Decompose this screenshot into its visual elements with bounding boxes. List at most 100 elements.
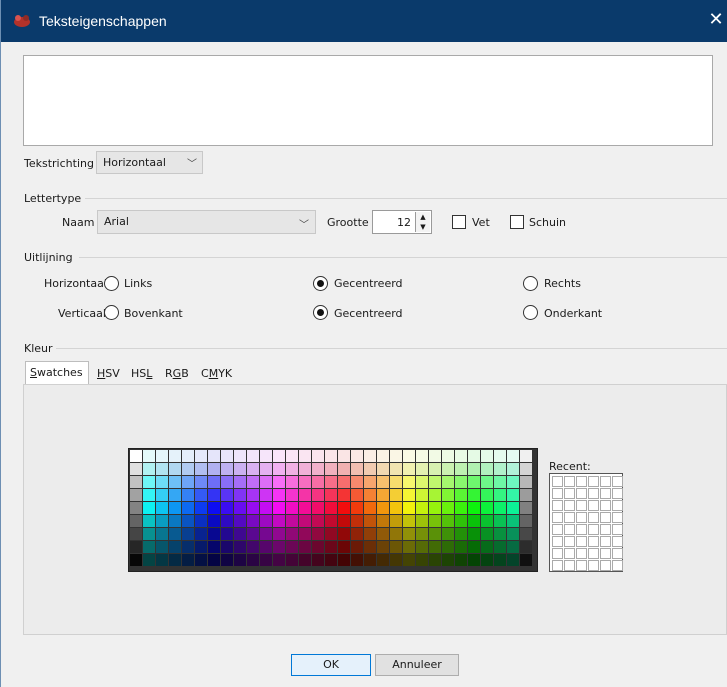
color-swatch[interactable] [247, 489, 259, 501]
recent-swatch[interactable] [588, 536, 599, 547]
recent-swatch[interactable] [600, 488, 611, 499]
tab-hsv[interactable]: HSV [93, 363, 125, 385]
radio-vertical-bottom[interactable] [523, 305, 538, 320]
color-swatch[interactable] [260, 450, 272, 462]
color-swatch[interactable] [468, 528, 480, 540]
recent-swatch[interactable] [564, 488, 575, 499]
color-swatch[interactable] [221, 489, 233, 501]
color-swatch[interactable] [364, 554, 376, 566]
color-swatch[interactable] [403, 515, 415, 527]
color-swatch[interactable] [403, 450, 415, 462]
color-swatch[interactable] [416, 489, 428, 501]
color-swatch[interactable] [364, 450, 376, 462]
recent-swatch[interactable] [552, 500, 563, 511]
color-swatch[interactable] [429, 489, 441, 501]
color-swatch[interactable] [286, 541, 298, 553]
color-swatch[interactable] [286, 450, 298, 462]
recent-swatch[interactable] [576, 536, 587, 547]
bold-checkbox[interactable] [452, 215, 466, 229]
color-swatch[interactable] [494, 463, 506, 475]
color-swatch[interactable] [455, 528, 467, 540]
color-swatch[interactable] [247, 502, 259, 514]
color-swatch[interactable] [377, 489, 389, 501]
color-swatch[interactable] [247, 541, 259, 553]
recent-swatch[interactable] [576, 500, 587, 511]
color-swatch[interactable] [455, 463, 467, 475]
color-swatch[interactable] [234, 541, 246, 553]
color-swatch[interactable] [208, 463, 220, 475]
recent-swatch[interactable] [612, 524, 623, 535]
color-swatch[interactable] [234, 502, 246, 514]
color-swatch[interactable] [416, 463, 428, 475]
color-swatch[interactable] [182, 554, 194, 566]
color-swatch[interactable] [416, 502, 428, 514]
color-swatch[interactable] [273, 463, 285, 475]
recent-swatch[interactable] [588, 548, 599, 559]
font-size-spinner[interactable]: 12 ▲ ▼ [372, 210, 432, 234]
color-swatch[interactable] [351, 450, 363, 462]
color-swatch[interactable] [169, 554, 181, 566]
color-swatch[interactable] [377, 554, 389, 566]
color-swatch[interactable] [507, 541, 519, 553]
color-swatch[interactable] [403, 463, 415, 475]
color-swatch[interactable] [507, 476, 519, 488]
color-swatch[interactable] [416, 528, 428, 540]
color-swatch[interactable] [260, 515, 272, 527]
recent-swatch[interactable] [600, 548, 611, 559]
tab-rgb[interactable]: RGB [161, 363, 195, 385]
color-swatch[interactable] [299, 463, 311, 475]
italic-checkbox[interactable] [510, 215, 524, 229]
color-swatch[interactable] [520, 541, 532, 553]
color-swatch[interactable] [260, 476, 272, 488]
color-swatch[interactable] [143, 476, 155, 488]
color-swatch[interactable] [416, 554, 428, 566]
color-swatch[interactable] [260, 489, 272, 501]
recent-swatch[interactable] [612, 512, 623, 523]
color-swatch[interactable] [442, 476, 454, 488]
color-swatch[interactable] [312, 554, 324, 566]
color-swatch[interactable] [520, 450, 532, 462]
color-swatch[interactable] [338, 554, 350, 566]
color-swatch[interactable] [520, 515, 532, 527]
color-swatch[interactable] [403, 502, 415, 514]
color-swatch[interactable] [286, 515, 298, 527]
tab-cmyk[interactable]: CMYK [197, 363, 237, 385]
recent-swatch[interactable] [588, 476, 599, 487]
color-swatch[interactable] [468, 554, 480, 566]
color-swatch[interactable] [208, 502, 220, 514]
recent-swatch[interactable] [576, 548, 587, 559]
color-swatch[interactable] [325, 515, 337, 527]
color-swatch[interactable] [195, 489, 207, 501]
color-swatch[interactable] [195, 554, 207, 566]
color-swatch[interactable] [468, 489, 480, 501]
recent-swatch[interactable] [588, 488, 599, 499]
color-swatch[interactable] [273, 450, 285, 462]
color-swatch[interactable] [169, 450, 181, 462]
color-swatch[interactable] [169, 502, 181, 514]
tab-swatches[interactable]: Swatches [25, 361, 89, 385]
color-swatch[interactable] [247, 463, 259, 475]
color-swatch[interactable] [221, 541, 233, 553]
color-swatch[interactable] [195, 541, 207, 553]
color-swatch[interactable] [156, 489, 168, 501]
color-swatch[interactable] [273, 528, 285, 540]
color-swatch[interactable] [507, 463, 519, 475]
color-swatch[interactable] [273, 489, 285, 501]
recent-swatch[interactable] [576, 512, 587, 523]
color-swatch[interactable] [247, 515, 259, 527]
color-swatch[interactable] [403, 528, 415, 540]
recent-swatch[interactable] [564, 500, 575, 511]
color-swatch[interactable] [442, 528, 454, 540]
recent-swatch[interactable] [552, 524, 563, 535]
color-swatch[interactable] [455, 554, 467, 566]
color-swatch[interactable] [325, 476, 337, 488]
color-swatch[interactable] [195, 528, 207, 540]
color-swatch[interactable] [351, 489, 363, 501]
color-swatch[interactable] [182, 489, 194, 501]
color-swatch[interactable] [442, 450, 454, 462]
color-swatch[interactable] [312, 450, 324, 462]
color-swatch[interactable] [156, 541, 168, 553]
color-swatch[interactable] [351, 541, 363, 553]
color-swatch[interactable] [286, 489, 298, 501]
color-swatch[interactable] [143, 541, 155, 553]
